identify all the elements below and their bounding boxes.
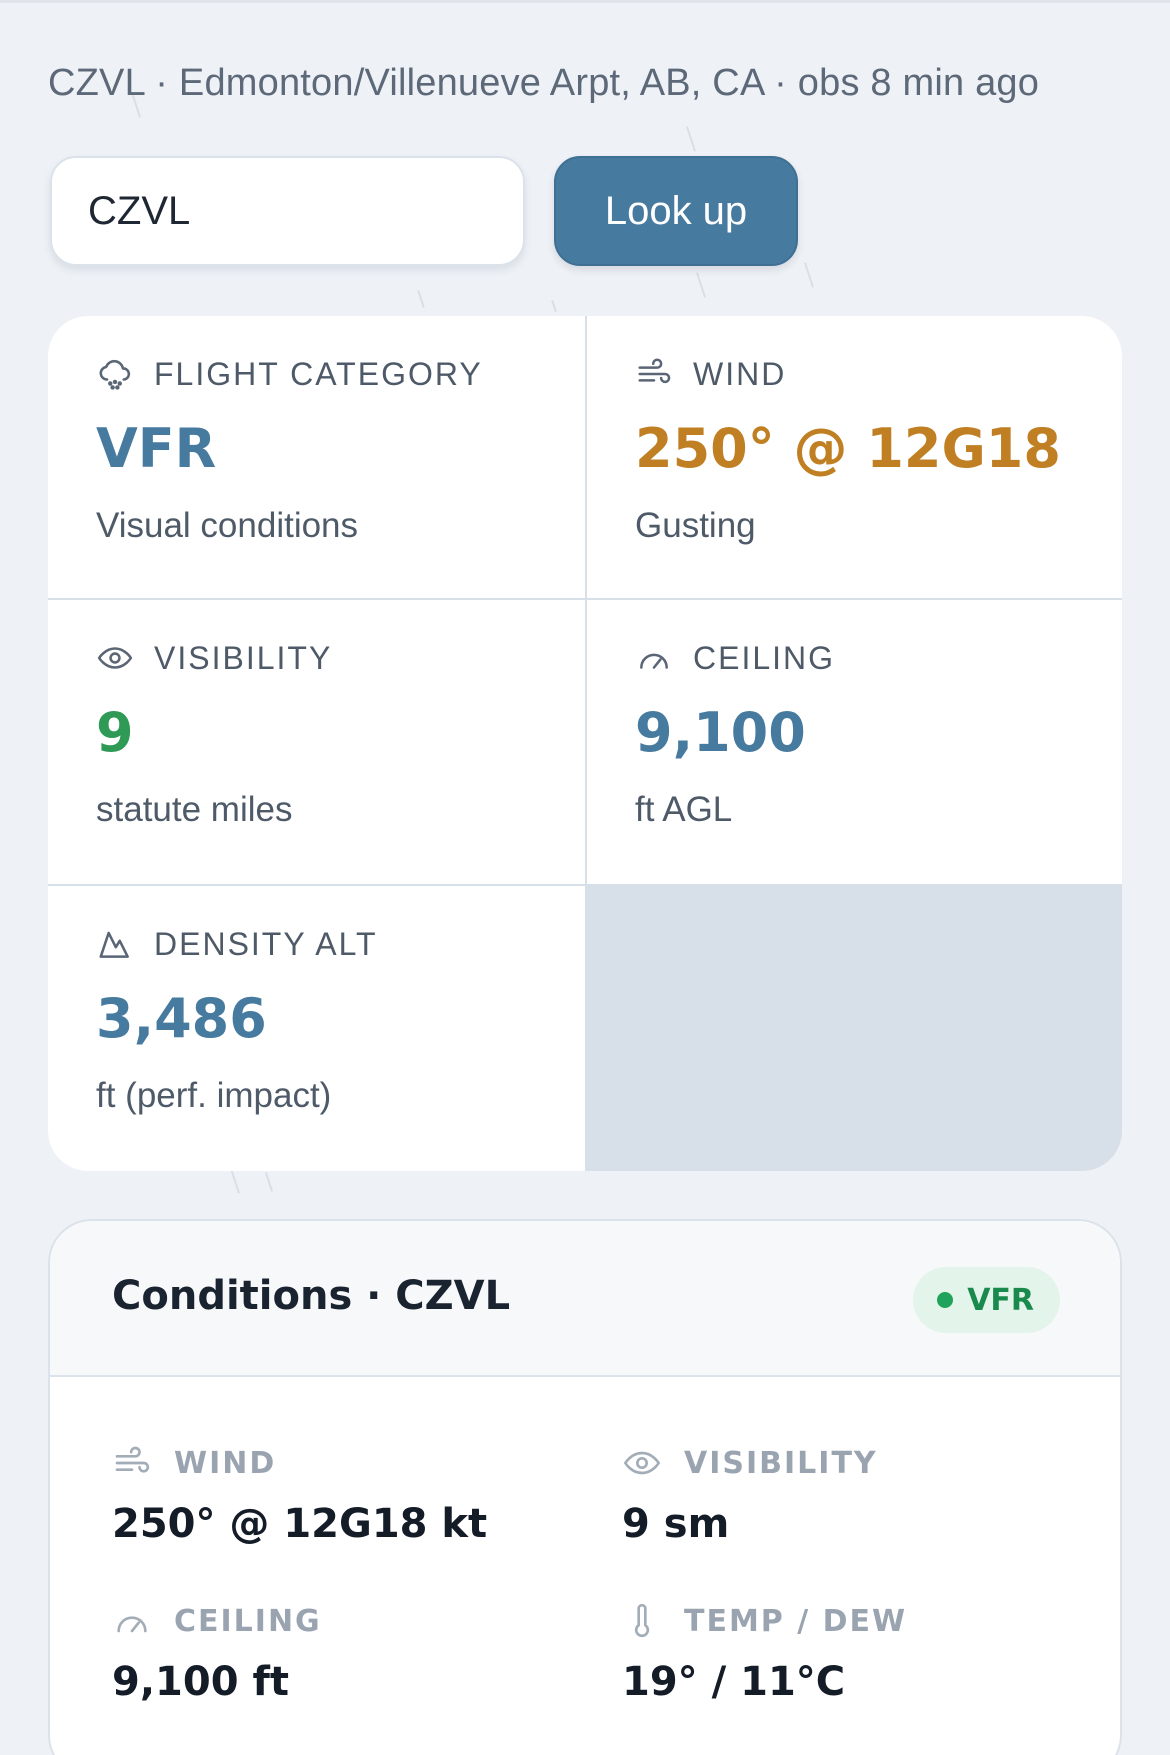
wind-label: WIND: [693, 355, 787, 392]
conditions-card: Conditions · CZVL VFR WIND 250° @ 12G18 …: [48, 1219, 1122, 1755]
rain-streak: [804, 262, 814, 288]
density-alt-value: 3,486: [96, 987, 267, 1050]
rain-streak: [417, 290, 425, 308]
gauge-icon: [640, 653, 668, 669]
gauge-icon: [117, 1616, 147, 1633]
wind-tile: WIND 250° @ 12G18 Gusting: [587, 316, 1122, 598]
rain-streak: [230, 1168, 240, 1194]
conditions-temp-dew-value: 19° / 11°C: [622, 1659, 846, 1705]
density-alt-sub: ft (perf. impact): [96, 1076, 332, 1115]
wind-icon: [115, 1446, 150, 1473]
top-border: [0, 0, 1170, 3]
eye-icon: [97, 647, 133, 669]
conditions-temp-dew: TEMP / DEW 19° / 11°C: [622, 1601, 908, 1706]
summary-tiles: FLIGHT CATEGORY VFR Visual conditions WI…: [48, 316, 1122, 1171]
visibility-sub: statute miles: [96, 790, 293, 829]
conditions-visibility-label: VISIBILITY: [684, 1445, 878, 1481]
conditions-wind-label: WIND: [174, 1445, 277, 1481]
ceiling-label: CEILING: [693, 639, 836, 676]
conditions-visibility-value: 9 sm: [622, 1501, 730, 1547]
visibility-label: VISIBILITY: [154, 639, 333, 676]
ceiling-tile: CEILING 9,100 ft AGL: [587, 600, 1122, 884]
conditions-wind: WIND 250° @ 12G18 kt: [112, 1443, 488, 1548]
badge-label: VFR: [967, 1282, 1034, 1318]
weather-page: CZVL · Edmonton/Villenueve Arpt, AB, CA …: [0, 0, 1170, 1755]
rain-streak: [686, 126, 696, 152]
conditions-ceiling-value: 9,100 ft: [112, 1659, 289, 1705]
eye-icon: [623, 1451, 661, 1475]
mountain-icon: [99, 931, 129, 958]
conditions-title: Conditions · CZVL: [112, 1273, 511, 1319]
wind-sub: Gusting: [635, 506, 756, 545]
wind-value: 250° @ 12G18: [635, 417, 1061, 480]
rain-streak: [551, 299, 557, 313]
thermometer-icon: [634, 1603, 650, 1638]
conditions-temp-dew-label: TEMP / DEW: [684, 1603, 908, 1639]
conditions-wind-value: 250° @ 12G18 kt: [112, 1501, 488, 1547]
rain-streak: [696, 272, 706, 298]
rain-streak: [264, 1172, 274, 1192]
flight-category-label: FLIGHT CATEGORY: [154, 355, 483, 392]
cloud-rain-icon: [99, 359, 131, 390]
visibility-tile: VISIBILITY 9 statute miles: [48, 600, 585, 884]
look-up-button[interactable]: Look up: [554, 156, 798, 266]
conditions-ceiling-label: CEILING: [174, 1603, 322, 1639]
conditions-visibility: VISIBILITY 9 sm: [622, 1443, 878, 1548]
ceiling-value: 9,100: [635, 701, 806, 764]
wind-icon: [638, 358, 671, 384]
conditions-ceiling: CEILING 9,100 ft: [112, 1601, 322, 1706]
flight-category-value: VFR: [96, 417, 217, 480]
ceiling-sub: ft AGL: [635, 790, 733, 829]
density-alt-label: DENSITY ALT: [154, 925, 378, 962]
visibility-value: 9: [96, 701, 134, 764]
flight-category-badge: VFR: [913, 1267, 1060, 1333]
station-search-input[interactable]: [50, 156, 525, 266]
flight-category-tile: FLIGHT CATEGORY VFR Visual conditions: [48, 316, 585, 598]
status-dot: [937, 1292, 954, 1308]
flight-category-sub: Visual conditions: [96, 506, 359, 545]
station-info: CZVL · Edmonton/Villenueve Arpt, AB, CA …: [48, 62, 1040, 104]
conditions-header: Conditions · CZVL VFR: [50, 1221, 1120, 1377]
density-alt-tile: DENSITY ALT 3,486 ft (perf. impact): [48, 886, 585, 1171]
